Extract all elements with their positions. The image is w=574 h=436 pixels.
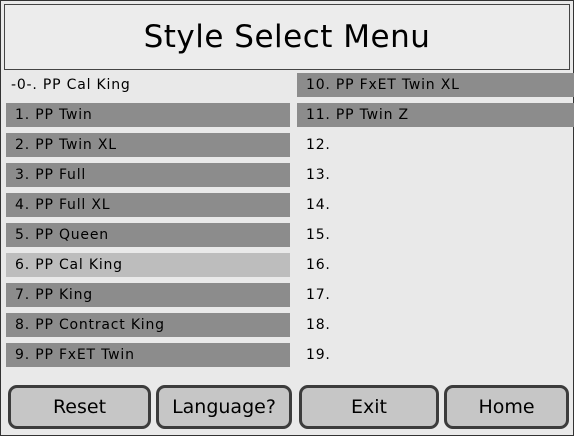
button-bar: Reset Language? Exit Home (5, 382, 569, 431)
style-label: 19. (306, 347, 331, 363)
style-item-2[interactable]: 2. PP Twin XL (6, 133, 290, 157)
style-item-4[interactable]: 4. PP Full XL (6, 193, 290, 217)
style-item-5[interactable]: 5. PP Queen (6, 223, 290, 247)
style-item-13[interactable]: 13. (297, 163, 574, 187)
reset-button[interactable]: Reset (8, 385, 151, 429)
style-item-17[interactable]: 17. (297, 283, 574, 307)
style-label: 8. PP Contract King (15, 317, 165, 333)
style-label: 5. PP Queen (15, 227, 109, 243)
style-label: 1. PP Twin (15, 107, 93, 123)
style-label: 7. PP King (15, 287, 93, 303)
style-label: 6. PP Cal King (15, 257, 123, 273)
style-item-18[interactable]: 18. (297, 313, 574, 337)
style-label: 2. PP Twin XL (15, 137, 117, 153)
style-item-9[interactable]: 9. PP FxET Twin (6, 343, 290, 367)
style-item-16[interactable]: 16. (297, 253, 574, 277)
style-item-3[interactable]: 3. PP Full (6, 163, 290, 187)
home-button[interactable]: Home (444, 385, 569, 429)
style-label: 16. (306, 257, 331, 273)
style-select-screen: Style Select Menu -0-. PP Cal King 1. PP… (0, 0, 574, 436)
style-label: 9. PP FxET Twin (15, 347, 135, 363)
style-label: -0-. PP Cal King (11, 77, 131, 93)
exit-button[interactable]: Exit (299, 385, 439, 429)
style-item-10[interactable]: 10. PP FxET Twin XL (297, 73, 574, 97)
current-style-row: -0-. PP Cal King (6, 73, 290, 97)
style-item-selected[interactable]: 6. PP Cal King (6, 253, 290, 277)
style-label: 4. PP Full XL (15, 197, 111, 213)
style-item-15[interactable]: 15. (297, 223, 574, 247)
style-item-11[interactable]: 11. PP Twin Z (297, 103, 574, 127)
style-label: 11. PP Twin Z (306, 107, 409, 123)
language-button[interactable]: Language? (156, 385, 292, 429)
style-label: 13. (306, 167, 331, 183)
style-item-14[interactable]: 14. (297, 193, 574, 217)
style-list-left: -0-. PP Cal King 1. PP Twin 2. PP Twin X… (6, 73, 290, 373)
style-item-19[interactable]: 19. (297, 343, 574, 367)
style-label: 12. (306, 137, 331, 153)
style-item-1[interactable]: 1. PP Twin (6, 103, 290, 127)
style-label: 14. (306, 197, 331, 213)
style-label: 10. PP FxET Twin XL (306, 77, 460, 93)
style-list-right: 10. PP FxET Twin XL 11. PP Twin Z 12. 13… (297, 73, 574, 373)
style-label: 18. (306, 317, 331, 333)
style-label: 15. (306, 227, 331, 243)
style-label: 17. (306, 287, 331, 303)
style-item-8[interactable]: 8. PP Contract King (6, 313, 290, 337)
style-item-12[interactable]: 12. (297, 133, 574, 157)
style-item-7[interactable]: 7. PP King (6, 283, 290, 307)
page-title: Style Select Menu (4, 4, 570, 70)
style-label: 3. PP Full (15, 167, 87, 183)
